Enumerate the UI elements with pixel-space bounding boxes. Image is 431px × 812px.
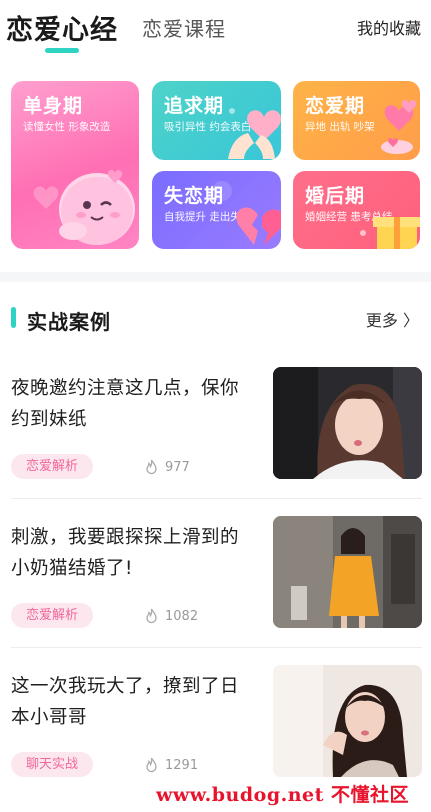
article-thumbnail[interactable] [273,665,422,777]
category-card-married[interactable]: 婚后期 婚姻经营 患考总结 [293,171,420,249]
article-item[interactable]: 夜晚邀约注意这几点，保你约到妹纸 恋爱解析 977 [0,359,431,509]
article-views: 1291 [144,755,198,775]
cute-blob-illustration-icon [33,170,135,245]
more-link[interactable]: 更多 〉 [366,307,419,331]
article-views: 977 [144,457,190,477]
portrait-photo-icon [273,516,422,628]
my-favorites-link[interactable]: 我的收藏 [357,15,421,39]
article-tag[interactable]: 聊天实战 [11,752,94,777]
category-grid: 单身期 读懂女性 形象改造 追求期 吸引异性 约会表白 恋爱期 异地 出轨 吵架 [0,78,431,258]
active-tab-indicator [45,48,79,53]
flame-icon [146,757,157,773]
tab-love-tips[interactable]: 恋爱心经 [6,8,118,47]
view-count: 977 [165,459,190,475]
category-card-single[interactable]: 单身期 读懂女性 形象改造 [11,81,139,249]
tab-love-courses[interactable]: 恋爱课程 [142,13,226,42]
category-card-pursuit[interactable]: 追求期 吸引异性 约会表白 [152,81,281,160]
heart-hands-icon [228,108,281,159]
article-thumbnail[interactable] [273,516,422,628]
flame-icon [146,459,157,475]
section-title: 实战案例 [27,310,111,334]
article-views: 1082 [144,606,198,626]
section-accent-bar [11,307,16,328]
article-separator [11,498,422,499]
article-title[interactable]: 这一次我玩大了，撩到了日本小哥哥 [11,671,257,733]
flame-icon [146,608,157,624]
section-divider [0,272,431,282]
category-card-breakup[interactable]: 失恋期 自我提升 走出失恋 [152,171,281,249]
top-header: 恋爱心经 恋爱课程 我的收藏 [0,0,431,60]
article-thumbnail[interactable] [273,367,422,479]
category-card-dating[interactable]: 恋爱期 异地 出轨 吵架 [293,81,420,160]
article-item[interactable]: 刺激，我要跟探探上滑到的小奶猫结婚了! 恋爱解析 1082 [0,508,431,658]
site-watermark: www.budog.net 不懂社区 [156,784,410,806]
view-count: 1082 [165,608,199,624]
article-separator [11,647,422,648]
article-title[interactable]: 刺激，我要跟探探上滑到的小奶猫结婚了! [11,522,257,584]
portrait-photo-icon [273,665,422,777]
article-tag[interactable]: 恋爱解析 [11,603,94,628]
gift-box-icon [360,217,420,249]
broken-heart-icon [212,181,281,245]
portrait-photo-icon [273,367,422,479]
article-title[interactable]: 夜晚邀约注意这几点，保你约到妹纸 [11,373,257,435]
hearts-icon [381,100,417,154]
article-tag[interactable]: 恋爱解析 [11,454,94,479]
view-count: 1291 [165,757,199,773]
